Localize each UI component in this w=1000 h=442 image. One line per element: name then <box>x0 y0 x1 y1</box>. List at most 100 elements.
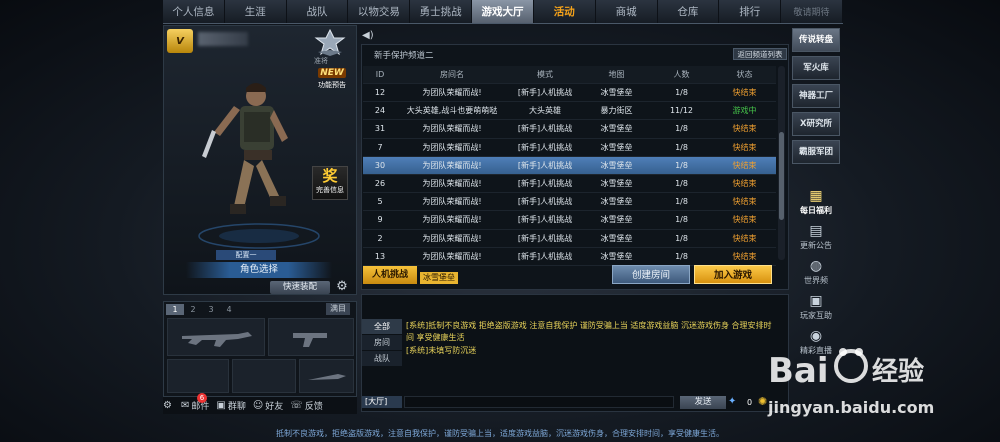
update-notice-button[interactable]: ▤ 更新公告 <box>793 223 839 256</box>
character-panel: V 准将 NEW 功能预告 奖 完善信息 配置一 角色选择 快速装配 ⚙ <box>163 25 357 295</box>
tab-shop[interactable]: 商城 <box>596 0 658 23</box>
secondary-weapon-slot[interactable] <box>268 318 354 356</box>
melee-weapon-slot[interactable] <box>167 359 229 393</box>
quick-join-mode-button[interactable]: 人机挑战 <box>363 266 417 284</box>
room-row[interactable]: 24 大头英雄,战斗也要萌萌哒 大头英雄 暴力街区 11/12 游戏中 <box>363 102 776 121</box>
room-row[interactable]: 13 为团队荣耀而战! [新手]人机挑战 冰雪堡垒 1/8 快结束 <box>363 248 776 266</box>
room-map: 冰雪堡垒 <box>600 124 633 134</box>
tab-storage[interactable]: 仓库 <box>658 0 720 23</box>
tab-clan[interactable]: 战队 <box>287 0 349 23</box>
tab-challenge[interactable]: 勇士挑战 <box>410 0 473 23</box>
room-name: 为团队荣耀而战! <box>422 233 482 243</box>
room-table-header: ID 房间名 模式 地图 人数 状态 <box>363 66 776 84</box>
grenade-slot[interactable] <box>232 359 296 393</box>
send-button[interactable]: 发送 <box>680 396 726 409</box>
friends-label: 好友 <box>265 402 284 412</box>
room-map: 暴力街区 <box>600 106 633 116</box>
join-game-button[interactable]: 加入游戏 <box>694 265 772 284</box>
legend-wheel-button[interactable]: 传说转盘 <box>792 28 840 52</box>
x-lab-button[interactable]: X研究所 <box>792 112 840 136</box>
room-list-scroll-thumb[interactable] <box>779 132 784 220</box>
world-channel-button[interactable]: ◍ 世界频 <box>793 258 839 291</box>
back-to-channel-list-button[interactable]: 返回频道列表 <box>733 48 787 60</box>
room-mode: [新手]人机挑战 <box>517 124 573 134</box>
daily-welfare-button[interactable]: ▦ 每日福利 <box>793 188 839 221</box>
tab-trade[interactable]: 以物交易 <box>348 0 411 23</box>
loadout-tab-4[interactable]: 4 <box>220 304 238 315</box>
vip-badge[interactable]: V <box>167 29 193 53</box>
settings-gear-icon[interactable]: ⚙ <box>334 279 350 295</box>
extra-slot[interactable] <box>299 359 354 393</box>
chat-input[interactable] <box>404 396 674 408</box>
chat-tab-all[interactable]: 全部 <box>362 319 402 335</box>
mail-icon: ✉ <box>180 400 190 411</box>
svg-text:经验: 经验 <box>872 356 924 387</box>
loadout-tab-2[interactable]: 2 <box>184 304 202 315</box>
artifact-factory-button[interactable]: 神器工厂 <box>792 84 840 108</box>
feedback-label: 反馈 <box>304 402 323 412</box>
room-id: 9 <box>377 215 383 225</box>
room-row[interactable]: 9 为团队荣耀而战! [新手]人机挑战 冰雪堡垒 1/8 快结束 <box>363 211 776 230</box>
chat-channel-select[interactable]: [大厅] <box>362 396 402 408</box>
loadout-set-label[interactable]: 配置一 <box>216 250 276 260</box>
emoji-icon[interactable]: ✦ <box>728 396 736 407</box>
loadout-tabs: 1 2 3 4 <box>166 304 238 315</box>
primary-weapon-slot[interactable] <box>167 318 265 356</box>
complete-info-reward-button[interactable]: 奖 完善信息 <box>312 166 348 200</box>
quick-join-map-label: 冰雪堡垒 <box>420 272 458 284</box>
room-mode: [新手]人机挑战 <box>517 160 573 170</box>
chat-tab-clan[interactable]: 战队 <box>362 351 402 367</box>
speaker-icon[interactable]: ◀) <box>362 30 374 41</box>
group-chat-button[interactable]: ▣ 群聊 <box>216 399 245 412</box>
feedback-button[interactable]: ☏ 反馈 <box>290 399 323 412</box>
calendar-icon: ▦ <box>809 188 823 204</box>
armory-button[interactable]: 军火库 <box>792 56 840 80</box>
tab-game-lobby[interactable]: 游戏大厅 <box>472 0 534 23</box>
room-map: 冰雪堡垒 <box>600 215 633 225</box>
role-select-button[interactable]: 角色选择 <box>186 262 332 278</box>
player-help-button[interactable]: ▣ 玩家互助 <box>793 293 839 326</box>
friends-button[interactable]: ☺ 好友 <box>253 399 283 412</box>
gift-icon: ▣ <box>809 293 823 309</box>
room-map: 冰雪堡垒 <box>600 88 633 98</box>
ammo-button[interactable]: 满目 <box>326 303 350 315</box>
mail-button[interactable]: ✉ 邮件 6 <box>180 393 209 412</box>
room-rows: 12 为团队荣耀而战! [新手]人机挑战 冰雪堡垒 1/8 快结束 24 大头英雄,战斗也要萌… <box>363 84 776 266</box>
room-row[interactable]: 31 为团队荣耀而战! [新手]人机挑战 冰雪堡垒 1/8 快结束 <box>363 120 776 139</box>
svg-text:Bai: Bai <box>768 351 829 391</box>
room-row[interactable]: 7 为团队荣耀而战! [新手]人机挑战 冰雪堡垒 1/8 快结束 <box>363 139 776 157</box>
dominance-legion-button[interactable]: 霸服军团 <box>792 140 840 164</box>
room-map: 冰雪堡垒 <box>600 233 633 243</box>
room-row[interactable]: 5 为团队荣耀而战! [新手]人机挑战 冰雪堡垒 1/8 快结束 <box>363 193 776 212</box>
room-players: 1/8 <box>675 233 688 243</box>
room-row[interactable]: 30 为团队荣耀而战! [新手]人机挑战 冰雪堡垒 1/8 快结束 <box>363 156 776 175</box>
room-row[interactable]: 2 为团队荣耀而战! [新手]人机挑战 冰雪堡垒 1/8 快结束 <box>363 230 776 248</box>
tab-career[interactable]: 生涯 <box>225 0 287 23</box>
settings-button[interactable]: ⚙ <box>163 400 174 411</box>
room-row[interactable]: 26 为团队荣耀而战! [新手]人机挑战 冰雪堡垒 1/8 快结束 <box>363 175 776 194</box>
player-help-label: 玩家互助 <box>800 311 832 320</box>
room-map: 冰雪堡垒 <box>600 142 633 152</box>
tab-ranking[interactable]: 排行 <box>719 0 782 23</box>
header-players: 人数 <box>673 70 690 79</box>
room-id: 24 <box>374 106 386 116</box>
create-room-button[interactable]: 创建房间 <box>612 265 690 284</box>
room-mode: [新手]人机挑战 <box>517 233 573 243</box>
right-sidebar: 传说转盘 军火库 神器工厂 X研究所 霸服军团 <box>792 28 840 168</box>
watermark-url: jingyan.baidu.com <box>768 398 935 417</box>
chat-message: [系统]抵制不良游戏 拒绝盗版游戏 注意自我保护 谨防受骗上当 适度游戏益脑 沉… <box>406 321 772 342</box>
room-id: 13 <box>374 251 386 261</box>
loadout-tab-1[interactable]: 1 <box>166 304 184 315</box>
globe-icon: ◍ <box>809 258 823 274</box>
room-players: 1/8 <box>675 215 688 225</box>
mail-count-badge: 6 <box>196 393 207 403</box>
chat-tab-room[interactable]: 房间 <box>362 335 402 351</box>
room-row[interactable]: 12 为团队荣耀而战! [新手]人机挑战 冰雪堡垒 1/8 快结束 <box>363 84 776 103</box>
room-map: 冰雪堡垒 <box>600 179 633 189</box>
rank-insignia-icon[interactable] <box>312 28 348 58</box>
loadout-tab-3[interactable]: 3 <box>202 304 220 315</box>
quick-equip-button[interactable]: 快速装配 <box>270 281 330 294</box>
room-id: 5 <box>377 197 383 207</box>
tab-profile[interactable]: 个人信息 <box>163 0 225 23</box>
tab-events[interactable]: 活动 <box>534 0 596 23</box>
